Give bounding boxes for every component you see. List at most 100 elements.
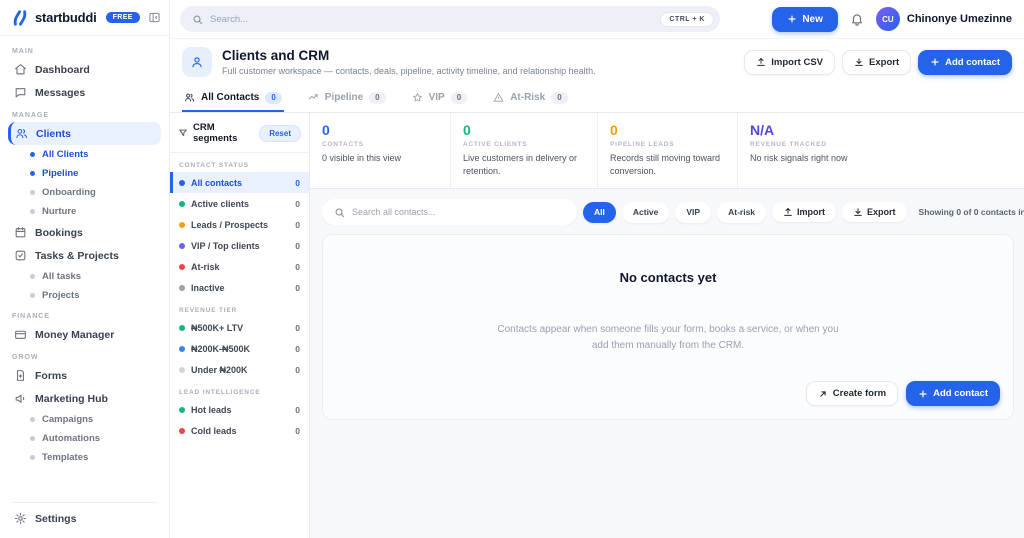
export-button[interactable]: Export [842,202,907,222]
logo-text: startbuddi [35,10,97,25]
sidebar-subitem-templates[interactable]: Templates [8,448,161,467]
bullet-dot [30,293,35,298]
sidebar-item-forms[interactable]: Forms [8,364,161,387]
sidebar-item-settings[interactable]: Settings [0,507,169,530]
user-name: Chinonye Umezinne [907,13,1012,25]
import-csv-button[interactable]: Import CSV [744,50,835,75]
add-contact-button[interactable]: Add contact [906,381,1000,406]
contacts-toolbar: All Active VIP At-risk Import Export Sho… [322,199,1024,225]
new-button[interactable]: New [772,7,838,32]
segment-dot [179,180,185,186]
segment-hot-leads[interactable]: Hot leads 0 [170,399,309,420]
segment-cold-leads[interactable]: Cold leads 0 [170,420,309,441]
page-header-text: Clients and CRM Full customer workspace … [222,48,596,76]
segment-leads-prospects[interactable]: Leads / Prospects 0 [170,214,309,235]
bullet-dot [30,209,35,214]
segment-group-label: LEAD INTELLIGENCE [179,389,300,396]
notifications-bell-icon[interactable] [850,12,864,26]
segment-count: 0 [295,199,300,209]
sidebar-item-marketing-hub[interactable]: Marketing Hub [8,387,161,410]
user-menu[interactable]: CU Chinonye Umezinne [876,7,1012,31]
segment-count: 0 [295,262,300,272]
sidebar-subitem-onboarding[interactable]: Onboarding [8,183,161,202]
sidebar-subitem-automations[interactable]: Automations [8,429,161,448]
global-search-input[interactable] [210,14,653,25]
sidebar-item-tasks-projects[interactable]: Tasks & Projects [8,244,161,267]
sidebar-subitem-all-clients[interactable]: All Clients [8,145,161,164]
segment-under-200k[interactable]: Under ₦200K 0 [170,359,309,380]
segment-200k-500k[interactable]: ₦200K-₦500K 0 [170,338,309,359]
tab-all-contacts[interactable]: All Contacts 0 [182,85,284,112]
import-button[interactable]: Import [772,202,836,222]
person-icon [182,47,212,77]
empty-state-title: No contacts yet [323,270,1013,285]
app-window: startbuddi FREE MAIN Dashboard Messages … [0,0,1024,538]
sidebar-subitem-campaigns[interactable]: Campaigns [8,410,161,429]
sidebar-item-bookings[interactable]: Bookings [8,221,161,244]
segment-count: 0 [295,344,300,354]
contacts-search-input[interactable] [352,207,565,217]
filter-chip-vip[interactable]: VIP [675,202,711,223]
segment-count: 0 [295,283,300,293]
sidebar-subitem-nurture[interactable]: Nurture [8,202,161,221]
sidebar-item-clients[interactable]: Clients [8,122,161,145]
sidebar-subitem-label: Pipeline [42,168,78,179]
segment-label: ₦500K+ LTV [191,323,243,333]
filter-chip-at-risk[interactable]: At-risk [717,202,766,223]
stat-description: Records still moving toward conversion. [610,152,727,178]
sidebar-item-dashboard[interactable]: Dashboard [8,58,161,81]
segment-active-clients[interactable]: Active clients 0 [170,193,309,214]
bullet-dot [30,152,35,157]
home-icon [14,63,27,76]
filter-chip-active[interactable]: Active [622,202,670,223]
avatar: CU [876,7,900,31]
tab-label: VIP [429,92,445,103]
segment-dot [179,407,185,413]
segment-all-contacts[interactable]: All contacts 0 [170,172,309,193]
sidebar-item-label: Forms [35,370,67,382]
add-contact-label: Add contact [933,388,988,399]
filter-chip-all[interactable]: All [583,202,616,223]
sidebar-subitem-pipeline[interactable]: Pipeline [8,164,161,183]
reset-button[interactable]: Reset [259,125,301,142]
tab-bar: All Contacts 0 Pipeline 0 VIP 0 At-Risk … [170,85,1024,113]
startbuddi-logo-icon [10,8,30,28]
sidebar-subitem-all-tasks[interactable]: All tasks [8,267,161,286]
sidebar-subitem-projects[interactable]: Projects [8,286,161,305]
tab-at-risk[interactable]: At-Risk 0 [491,85,569,112]
tab-pipeline[interactable]: Pipeline 0 [306,85,388,112]
stat-value: 0 [463,122,587,138]
import-label: Import [797,207,825,217]
sidebar-item-money-manager[interactable]: Money Manager [8,323,161,346]
sidebar-item-label: Bookings [35,227,83,239]
contacts-pane: 0 CONTACTS 0 visible in this view 0 ACTI… [310,113,1024,538]
stat-description: No risk signals right now [750,152,970,165]
topbar: CTRL + K New CU Chinonye Umezinne [170,0,1024,38]
calendar-icon [14,226,27,239]
global-search[interactable]: CTRL + K [180,6,720,32]
sidebar-subitem-label: Nurture [42,206,76,217]
segments-title: CRM segments [193,122,254,144]
segment-vip-top-clients[interactable]: VIP / Top clients 0 [170,235,309,256]
tab-vip[interactable]: VIP 0 [410,85,470,112]
credit-card-icon [14,328,27,341]
segment-dot [179,285,185,291]
export-button[interactable]: Export [842,50,911,75]
segment-at-risk[interactable]: At-risk 0 [170,256,309,277]
page-subtitle: Full customer workspace — contacts, deal… [222,66,596,76]
main-column: CTRL + K New CU Chinonye Umezinne Client… [170,0,1024,538]
sidebar-item-messages[interactable]: Messages [8,81,161,104]
export-label: Export [869,57,899,68]
empty-state-card: No contacts yet Contacts appear when som… [322,234,1014,420]
segment-500k-ltv[interactable]: ₦500K+ LTV 0 [170,317,309,338]
sidebar-collapse-icon[interactable] [148,11,161,24]
sidebar-item-label: Marketing Hub [35,393,108,405]
segment-inactive[interactable]: Inactive 0 [170,277,309,298]
contacts-search[interactable] [322,199,577,225]
sidebar: startbuddi FREE MAIN Dashboard Messages … [0,0,170,538]
section-label-grow: GROW [12,354,157,361]
add-contact-button[interactable]: Add contact [918,50,1012,75]
create-form-button[interactable]: Create form [806,381,898,406]
empty-state-actions: Create form Add contact [806,381,1000,406]
sidebar-item-label: Messages [35,87,85,99]
